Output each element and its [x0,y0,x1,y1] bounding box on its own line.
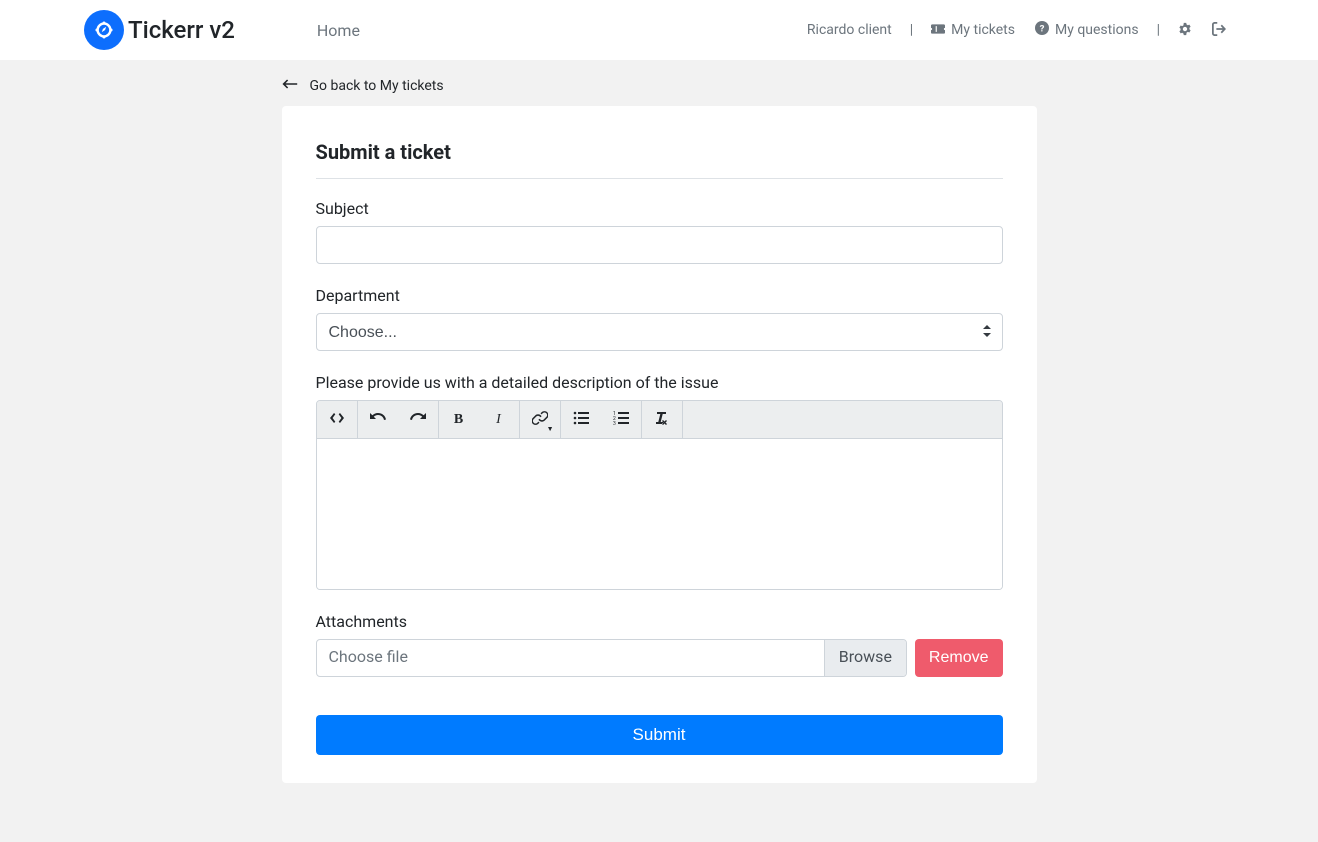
attachments-group: Attachments Choose file Browse Remove [316,612,1003,677]
department-select[interactable]: Choose... [316,313,1003,351]
page-container: Go back to My tickets Submit a ticket Su… [282,66,1037,783]
submit-button[interactable]: Submit [316,715,1003,755]
nav-my-tickets-label: My tickets [951,22,1015,38]
bold-icon: B [454,412,463,428]
nav-home[interactable]: Home [305,13,372,48]
back-to-tickets-link[interactable]: Go back to My tickets [282,66,1037,106]
arrow-left-icon [282,78,298,94]
brand-link[interactable]: Tickerr v2 [84,10,235,50]
file-remove-button[interactable]: Remove [915,639,1003,677]
editor-toolbar: B I ▼ [317,401,1002,439]
brand-logo-icon [84,10,124,50]
remove-format-icon [654,410,670,430]
sign-out-icon [1212,21,1226,40]
editor-bold-button[interactable]: B [439,401,479,439]
subject-group: Subject [316,199,1003,264]
nav-user-name: Ricardo client [799,18,900,42]
description-textarea[interactable] [317,439,1002,589]
editor-redo-button[interactable] [398,401,438,439]
editor-unordered-list-button[interactable] [561,401,601,439]
nav-right: Ricardo client | My tickets ? My questio… [799,17,1234,44]
file-row: Choose file Browse Remove [316,639,1003,677]
editor-undo-button[interactable] [358,401,398,439]
editor-code-view-button[interactable] [317,401,357,439]
brand-name: Tickerr v2 [128,16,235,44]
nav-left: Home [305,13,372,48]
nav-my-questions-label: My questions [1055,22,1139,38]
rich-text-editor: B I ▼ [316,400,1003,590]
list-ul-icon [573,410,589,430]
nav-my-questions[interactable]: ? My questions [1027,17,1147,43]
code-icon [329,410,345,430]
redo-icon [410,410,426,430]
ticket-icon [931,22,945,38]
navbar-inner: Tickerr v2 Home Ricardo client | My tick… [0,10,1318,50]
department-label: Department [316,286,1003,305]
department-select-wrap: Choose... [316,313,1003,351]
link-icon [532,410,548,430]
undo-icon [370,410,386,430]
gear-icon [1178,21,1192,40]
card-title: Submit a ticket [316,140,1003,164]
department-group: Department Choose... [316,286,1003,351]
attachments-label: Attachments [316,612,1003,631]
svg-text:3: 3 [613,421,616,426]
description-group: Please provide us with a detailed descri… [316,373,1003,590]
editor-link-button[interactable]: ▼ [520,401,560,439]
nav-my-tickets[interactable]: My tickets [923,18,1023,42]
settings-button[interactable] [1170,17,1200,44]
file-browse-button[interactable]: Browse [824,640,906,676]
svg-text:?: ? [1040,24,1045,35]
subject-input[interactable] [316,226,1003,264]
submit-ticket-card: Submit a ticket Subject Department Choos… [282,106,1037,783]
editor-clear-format-button[interactable] [642,401,682,439]
description-label: Please provide us with a detailed descri… [316,373,1003,392]
back-link-label: Go back to My tickets [310,78,444,94]
editor-ordered-list-button[interactable]: 123 [601,401,641,439]
nav-separator-2: | [1151,22,1166,38]
logout-button[interactable] [1204,17,1234,44]
italic-icon: I [496,412,501,428]
question-circle-icon: ? [1035,21,1049,39]
card-divider [316,178,1003,179]
chevron-down-icon: ▼ [547,425,554,433]
list-ol-icon: 123 [613,410,629,430]
file-placeholder: Choose file [317,640,824,676]
subject-label: Subject [316,199,1003,218]
file-input[interactable]: Choose file Browse [316,639,907,677]
top-navbar: Tickerr v2 Home Ricardo client | My tick… [0,0,1318,60]
nav-separator: | [904,22,919,38]
editor-italic-button[interactable]: I [479,401,519,439]
